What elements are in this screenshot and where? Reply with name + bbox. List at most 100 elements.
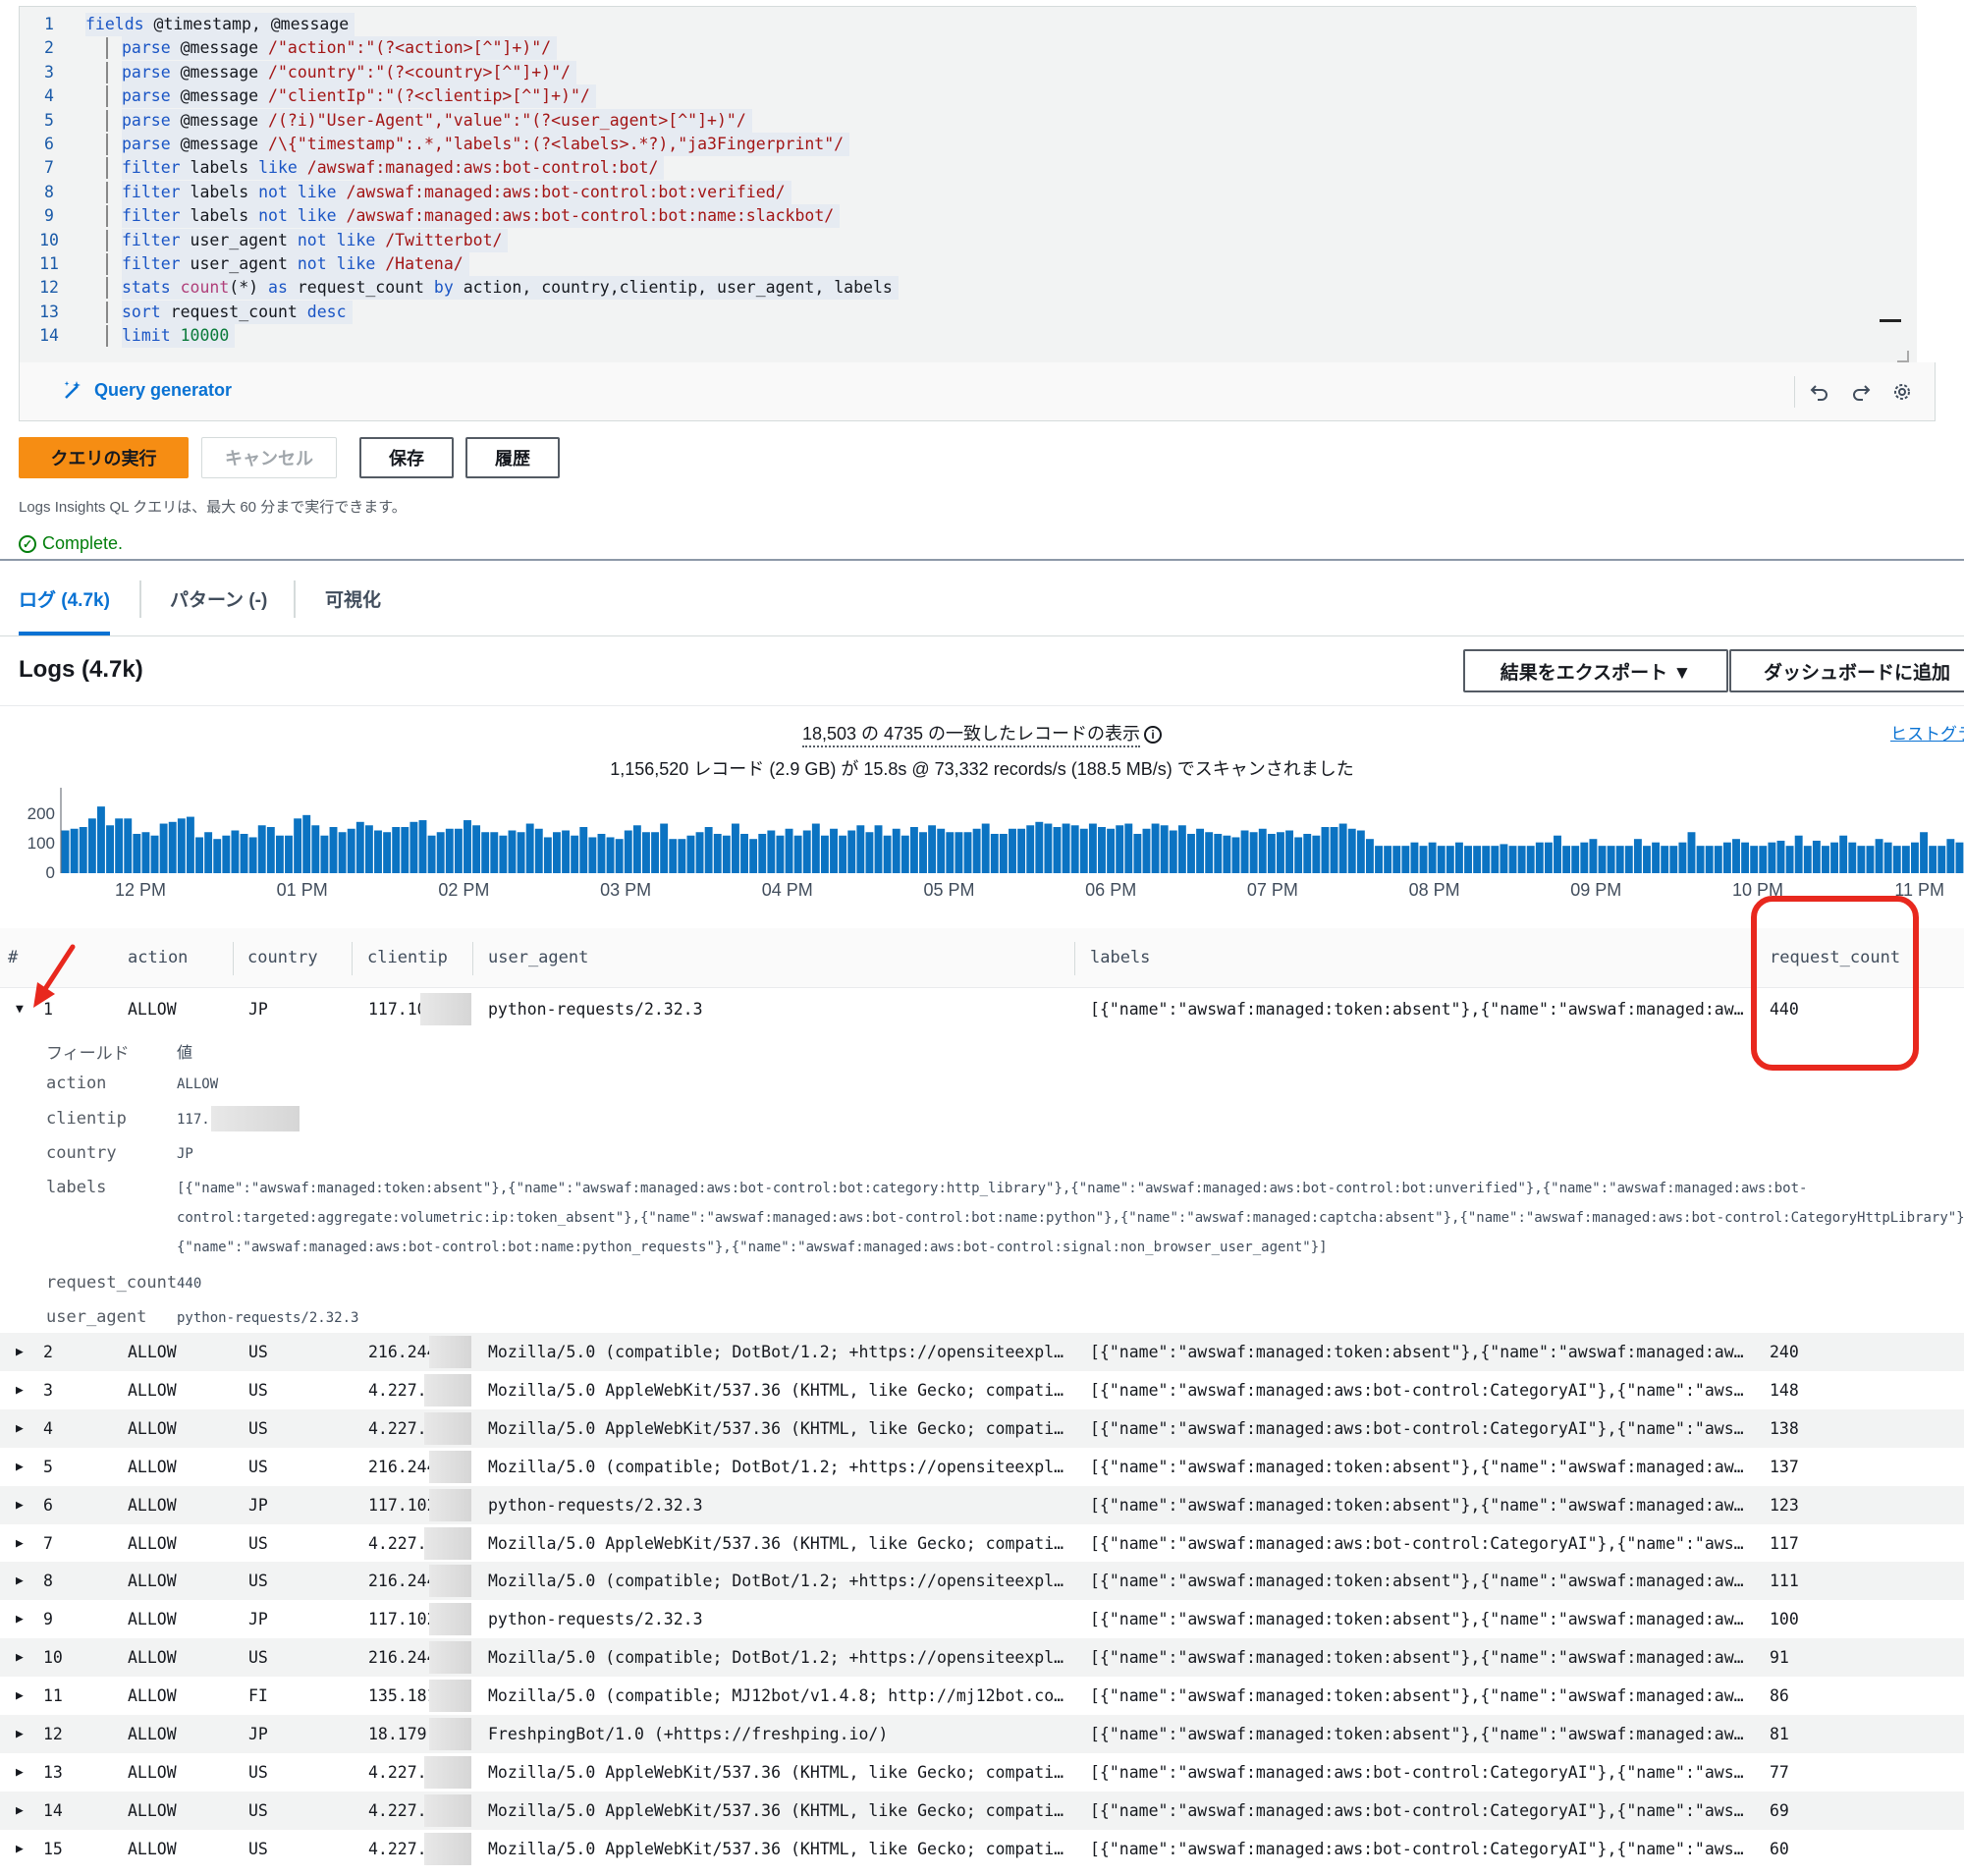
histogram-bar[interactable]	[704, 827, 713, 873]
expand-triangle-icon[interactable]: ▶	[16, 1792, 24, 1830]
histogram-bar[interactable]	[1554, 835, 1561, 873]
histogram-bar[interactable]	[856, 825, 865, 873]
tab-patterns[interactable]: パターン (-)	[170, 561, 267, 635]
histogram-bar[interactable]	[1892, 846, 1901, 873]
histogram-bar[interactable]	[1785, 846, 1794, 873]
histogram-bar[interactable]	[660, 823, 669, 873]
histogram-bar[interactable]	[981, 823, 990, 873]
histogram-bar[interactable]	[1384, 846, 1392, 873]
histogram-bar[interactable]	[61, 830, 70, 874]
histogram-bar[interactable]	[1133, 833, 1142, 873]
histogram-bar[interactable]	[767, 830, 776, 874]
histogram-bar[interactable]	[740, 833, 748, 873]
histogram-bar[interactable]	[900, 835, 909, 873]
histogram-bar[interactable]	[1410, 842, 1419, 873]
histogram-bar[interactable]	[1615, 846, 1624, 873]
table-row[interactable]: ▶ 15 ALLOW US 4.227.3 Mozilla/5.0 AppleWebKit…	[0, 1830, 1964, 1868]
expand-triangle-icon[interactable]: ▶	[16, 1638, 24, 1677]
histogram-bar[interactable]	[257, 825, 266, 873]
table-row[interactable]: ▶ 9 ALLOW JP 117.102 python-requests/2.32.3[{…	[0, 1600, 1964, 1638]
table-row[interactable]: ▶ 4 ALLOW US 4.227.3 Mozilla/5.0 AppleWebKit/…	[0, 1408, 1964, 1448]
histogram-bar[interactable]	[1508, 846, 1517, 873]
histogram-bar[interactable]	[204, 832, 213, 873]
histogram-bar[interactable]	[1464, 846, 1472, 873]
histogram-bar[interactable]	[1428, 842, 1437, 873]
histogram-bar[interactable]	[347, 828, 355, 873]
histogram-bar[interactable]	[1839, 835, 1848, 873]
table-row[interactable]: ▶ 5 ALLOW US 216.244 Mozilla/5.0 (compatible;…	[0, 1448, 1964, 1486]
histogram-bar[interactable]	[1562, 846, 1571, 873]
histogram-bar[interactable]	[1026, 825, 1035, 873]
histogram-bar[interactable]	[1437, 846, 1446, 873]
query-editor[interactable]: 1 fields @timestamp, @message 2 parse @mess…	[19, 6, 1917, 363]
histogram-bar[interactable]	[409, 821, 418, 873]
histogram-bar[interactable]	[374, 830, 382, 874]
histogram-bar[interactable]	[1375, 846, 1383, 873]
histogram-bar[interactable]	[615, 839, 624, 873]
histogram-bar[interactable]	[802, 830, 811, 874]
histogram-bar[interactable]	[96, 806, 105, 873]
histogram-bar[interactable]	[1624, 846, 1633, 873]
histogram-bar[interactable]	[1482, 846, 1491, 873]
table-row[interactable]: ▶ 10 ALLOW US 216.244 Mozilla/5.0 (compatible…	[0, 1638, 1964, 1678]
histogram-bar[interactable]	[302, 814, 311, 873]
histogram-bar[interactable]	[1365, 839, 1374, 873]
histogram-bar[interactable]	[1920, 832, 1929, 873]
table-row[interactable]: ▶ 3 ALLOW US 4.227.3 Mozilla/5.0 AppleWebKit/…	[0, 1371, 1964, 1409]
histogram-bar[interactable]	[571, 835, 579, 873]
histogram-bar[interactable]	[87, 818, 96, 873]
histogram-bar[interactable]	[1223, 835, 1231, 873]
histogram-bar[interactable]	[1517, 846, 1526, 873]
histogram-bar[interactable]	[1151, 823, 1160, 873]
histogram-bar[interactable]	[1196, 828, 1205, 873]
collapse-triangle-icon[interactable]: ▼	[16, 990, 24, 1028]
histogram-bar[interactable]	[168, 821, 177, 873]
run-query-button[interactable]: クエリの実行	[19, 437, 189, 478]
col-header-labels[interactable]: labels	[1090, 928, 1150, 987]
histogram-bar[interactable]	[1696, 846, 1705, 873]
histogram-bar[interactable]	[1347, 828, 1356, 873]
histogram-bar[interactable]	[1044, 823, 1053, 873]
expand-triangle-icon[interactable]: ▶	[16, 1333, 24, 1371]
histogram-bar[interactable]	[1937, 846, 1946, 873]
histogram-bar[interactable]	[695, 832, 704, 873]
histogram-bar[interactable]	[1249, 832, 1258, 873]
histogram-bar[interactable]	[1643, 846, 1651, 873]
table-row[interactable]: ▶ 8 ALLOW US 216.244 Mozilla/5.0 (compatible;…	[0, 1562, 1964, 1601]
histogram-bar[interactable]	[240, 833, 248, 873]
histogram-bar[interactable]	[1303, 833, 1312, 873]
histogram-bar[interactable]	[1687, 832, 1696, 873]
histogram-bar[interactable]	[1053, 827, 1062, 873]
histogram-bar[interactable]	[1589, 839, 1598, 873]
histogram-bar[interactable]	[1009, 828, 1016, 873]
histogram-bar[interactable]	[1571, 846, 1580, 873]
histogram-bar[interactable]	[928, 825, 937, 873]
expand-triangle-icon[interactable]: ▶	[16, 1486, 24, 1524]
histogram-bar[interactable]	[606, 837, 615, 873]
histogram-bar[interactable]	[946, 832, 955, 873]
histogram-bar[interactable]	[1883, 842, 1892, 873]
histogram-bar[interactable]	[79, 827, 87, 873]
matched-text[interactable]: 18,503 の 4735 の一致したレコードの表示	[801, 724, 1141, 747]
histogram-bar[interactable]	[1929, 846, 1937, 873]
col-header-country[interactable]: country	[247, 928, 318, 987]
expand-triangle-icon[interactable]: ▶	[16, 1715, 24, 1753]
histogram-bar[interactable]	[839, 835, 847, 873]
histogram-bar[interactable]	[963, 832, 972, 873]
table-row[interactable]: ▶ 2 ALLOW US 216.244 Mozilla/5.0 (compatible;…	[0, 1333, 1964, 1371]
histogram-bar[interactable]	[1661, 846, 1669, 873]
histogram-bar[interactable]	[1267, 833, 1276, 873]
query-generator-button[interactable]: Query generator	[63, 379, 232, 401]
expand-triangle-icon[interactable]: ▶	[16, 1600, 24, 1638]
histogram-bar[interactable]	[793, 835, 802, 873]
histogram-bar[interactable]	[579, 827, 588, 873]
expand-triangle-icon[interactable]: ▶	[16, 1677, 24, 1715]
history-button[interactable]: 履歴	[465, 437, 560, 478]
histogram-bar[interactable]	[1768, 842, 1776, 873]
table-row[interactable]: ▶ 13 ALLOW US 4.227.3 Mozilla/5.0 AppleWebKit…	[0, 1753, 1964, 1792]
histogram-bar[interactable]	[1258, 828, 1267, 873]
histogram-bar[interactable]	[1598, 846, 1607, 873]
histogram-bar[interactable]	[1491, 846, 1500, 873]
histogram-bar[interactable]	[1812, 840, 1821, 873]
histogram-bar[interactable]	[1759, 846, 1768, 873]
